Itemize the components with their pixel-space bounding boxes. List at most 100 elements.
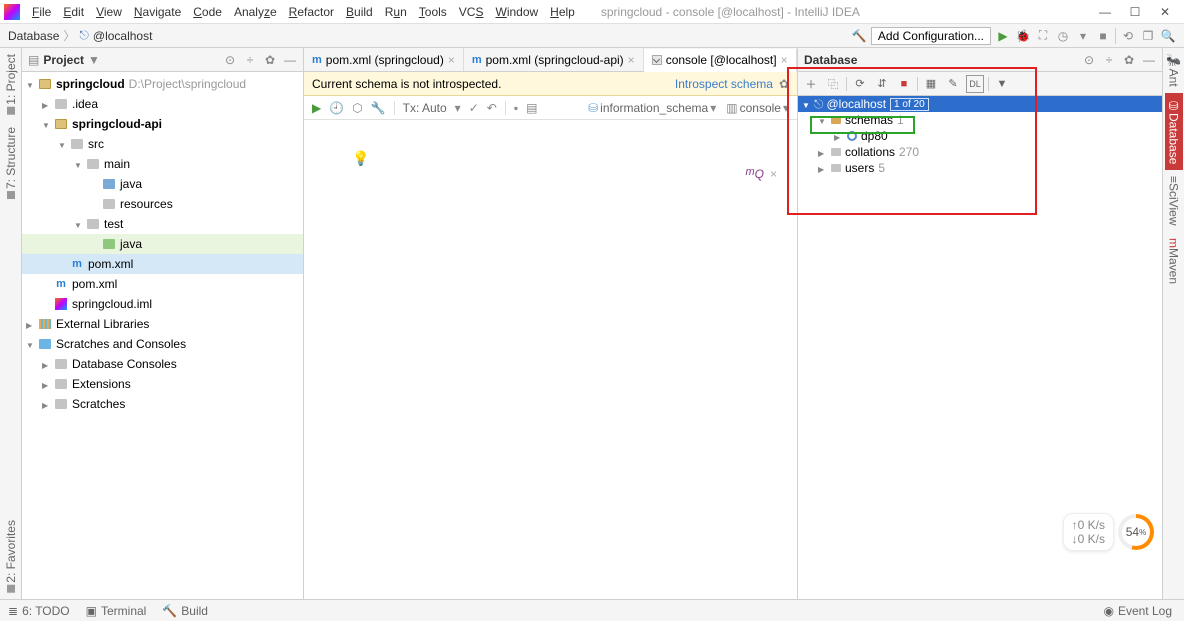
schema-selector[interactable]: ⛁information_schema▾: [588, 101, 716, 115]
stop-icon[interactable]: ■: [1095, 28, 1111, 44]
select-opened-icon[interactable]: ⊙: [223, 53, 237, 67]
db-table-icon[interactable]: ▦: [922, 75, 940, 93]
introspect-schema-link[interactable]: Introspect schema: [675, 77, 773, 91]
sb-build[interactable]: 🔨 Build: [162, 604, 208, 618]
menu-tools[interactable]: Tools: [413, 3, 453, 21]
tab-close-icon[interactable]: ×: [781, 53, 788, 67]
menu-file[interactable]: File: [26, 3, 57, 21]
coverage-icon[interactable]: ⛶: [1035, 28, 1051, 44]
build-icon[interactable]: 🔨: [851, 28, 867, 44]
sb-event-log[interactable]: ◉ Event Log: [1103, 604, 1172, 618]
settings-icon[interactable]: ✿: [263, 53, 277, 67]
tree-node-pom-api[interactable]: mpom.xml: [22, 254, 303, 274]
profile-icon[interactable]: ◷: [1055, 28, 1071, 44]
hide-icon[interactable]: —: [283, 53, 297, 67]
attach-icon[interactable]: ▾: [1075, 28, 1091, 44]
close-button[interactable]: ✕: [1158, 5, 1172, 19]
tree-node-resources[interactable]: resources: [22, 194, 303, 214]
tx-mode-selector[interactable]: Tx: Auto: [403, 101, 447, 115]
stop-query-icon[interactable]: ▪: [514, 101, 518, 115]
tree-node-iml[interactable]: springcloud.iml: [22, 294, 303, 314]
tree-node-scratches2[interactable]: Scratches: [22, 394, 303, 414]
run-icon[interactable]: ▶: [995, 28, 1011, 44]
console-selector[interactable]: ▥console▾: [726, 101, 789, 115]
add-configuration-button[interactable]: Add Configuration...: [871, 27, 991, 45]
tree-node-ext-libs[interactable]: External Libraries: [22, 314, 303, 334]
gutter-favorites[interactable]: 2: Favorites: [2, 514, 20, 599]
maximize-button[interactable]: ☐: [1128, 5, 1142, 19]
debug-icon[interactable]: 🐞: [1015, 28, 1031, 44]
commit-icon[interactable]: ✓: [469, 101, 479, 115]
tree-node-main[interactable]: main: [22, 154, 303, 174]
db-settings-icon[interactable]: ✿: [1122, 53, 1136, 67]
tree-node-java2[interactable]: java: [22, 234, 303, 254]
tab-pom-springcloud[interactable]: mpom.xml (springcloud)×: [304, 48, 464, 71]
menu-help[interactable]: Help: [544, 3, 581, 21]
tree-node-scratches[interactable]: Scratches and Consoles: [22, 334, 303, 354]
intention-bulb-icon[interactable]: 💡: [352, 150, 369, 167]
breadcrumb-item[interactable]: @localhost: [93, 29, 153, 43]
menu-analyze[interactable]: Analyze: [228, 3, 283, 21]
db-filter-icon[interactable]: ▼: [993, 75, 1011, 93]
tab-close-icon[interactable]: ×: [628, 53, 635, 67]
tree-node-pom-root[interactable]: mpom.xml: [22, 274, 303, 294]
db-duplicate-icon[interactable]: ⿻: [824, 75, 842, 93]
sb-terminal[interactable]: ▣ Terminal: [86, 604, 147, 618]
project-panel-title[interactable]: Project: [43, 53, 84, 67]
db-add-icon[interactable]: ＋: [802, 75, 820, 93]
menu-refactor[interactable]: Refactor: [283, 3, 340, 21]
rollback-icon[interactable]: ↶: [487, 101, 497, 115]
expand-icon[interactable]: ÷: [243, 53, 257, 67]
db-hide-icon[interactable]: —: [1142, 53, 1156, 67]
breadcrumb[interactable]: Database 〉 ⎋ @localhost: [8, 27, 152, 44]
db-collations-row[interactable]: collations270: [798, 144, 1162, 160]
tree-root[interactable]: springcloudD:\Project\springcloud: [22, 74, 303, 94]
gutter-database[interactable]: ⛁Database: [1165, 93, 1183, 170]
menu-edit[interactable]: Edit: [57, 3, 90, 21]
output-icon[interactable]: ▤: [526, 101, 537, 115]
gutter-maven[interactable]: mMaven: [1165, 232, 1183, 290]
menu-code[interactable]: Code: [187, 3, 228, 21]
tab-close-icon[interactable]: ×: [448, 53, 455, 67]
db-ddl-icon[interactable]: DL: [966, 75, 984, 93]
execute-icon[interactable]: ▶: [312, 101, 321, 115]
db-tree[interactable]: ⎋ @localhost 1 of 20 schemas1 dp80 colla…: [798, 96, 1162, 176]
menu-window[interactable]: Window: [489, 3, 544, 21]
menu-navigate[interactable]: Navigate: [128, 3, 187, 21]
tree-node-idea[interactable]: .idea: [22, 94, 303, 114]
tree-node-src[interactable]: src: [22, 134, 303, 154]
sb-todo[interactable]: ≣ 6: TODO: [8, 604, 70, 618]
gutter-sciview[interactable]: ≡SciView: [1165, 170, 1183, 231]
menu-vcs[interactable]: VCS: [453, 3, 490, 21]
menu-view[interactable]: View: [90, 3, 128, 21]
search-close-icon[interactable]: ×: [770, 167, 777, 181]
tab-console[interactable]: console [@localhost]×: [644, 49, 797, 72]
db-schemas-row[interactable]: schemas1: [798, 112, 1162, 128]
schema-settings-icon[interactable]: ✿: [779, 77, 789, 91]
db-target-icon[interactable]: ⊙: [1082, 53, 1096, 67]
menu-build[interactable]: Build: [340, 3, 379, 21]
history-icon[interactable]: 🕘: [329, 101, 344, 115]
gutter-ant[interactable]: 🐜Ant: [1165, 48, 1183, 93]
db-sync-icon[interactable]: ⇵: [873, 75, 891, 93]
structure-icon[interactable]: ❐: [1140, 28, 1156, 44]
db-expand-icon[interactable]: ÷: [1102, 53, 1116, 67]
tree-node-db-consoles[interactable]: Database Consoles: [22, 354, 303, 374]
vcs-update-icon[interactable]: ⟲: [1120, 28, 1136, 44]
editor-body[interactable]: 💡 mQ ×: [304, 120, 797, 599]
gutter-structure[interactable]: 7: Structure: [2, 121, 20, 205]
explain-icon[interactable]: ⬡: [352, 101, 362, 115]
tree-node-java1[interactable]: java: [22, 174, 303, 194]
breadcrumb-root[interactable]: Database: [8, 29, 59, 43]
settings-wrench-icon[interactable]: 🔧: [371, 101, 386, 115]
gutter-project[interactable]: 1: Project: [2, 48, 20, 121]
db-stop-icon[interactable]: ■: [895, 75, 913, 93]
db-edit-icon[interactable]: ✎: [944, 75, 962, 93]
db-schema-dp80[interactable]: dp80: [798, 128, 1162, 144]
project-tree[interactable]: springcloudD:\Project\springcloud .idea …: [22, 72, 303, 416]
minimize-button[interactable]: —: [1098, 5, 1112, 19]
tree-node-api[interactable]: springcloud-api: [22, 114, 303, 134]
tree-node-extensions[interactable]: Extensions: [22, 374, 303, 394]
tab-pom-api[interactable]: mpom.xml (springcloud-api)×: [464, 48, 644, 71]
search-icon[interactable]: 🔍: [1160, 28, 1176, 44]
